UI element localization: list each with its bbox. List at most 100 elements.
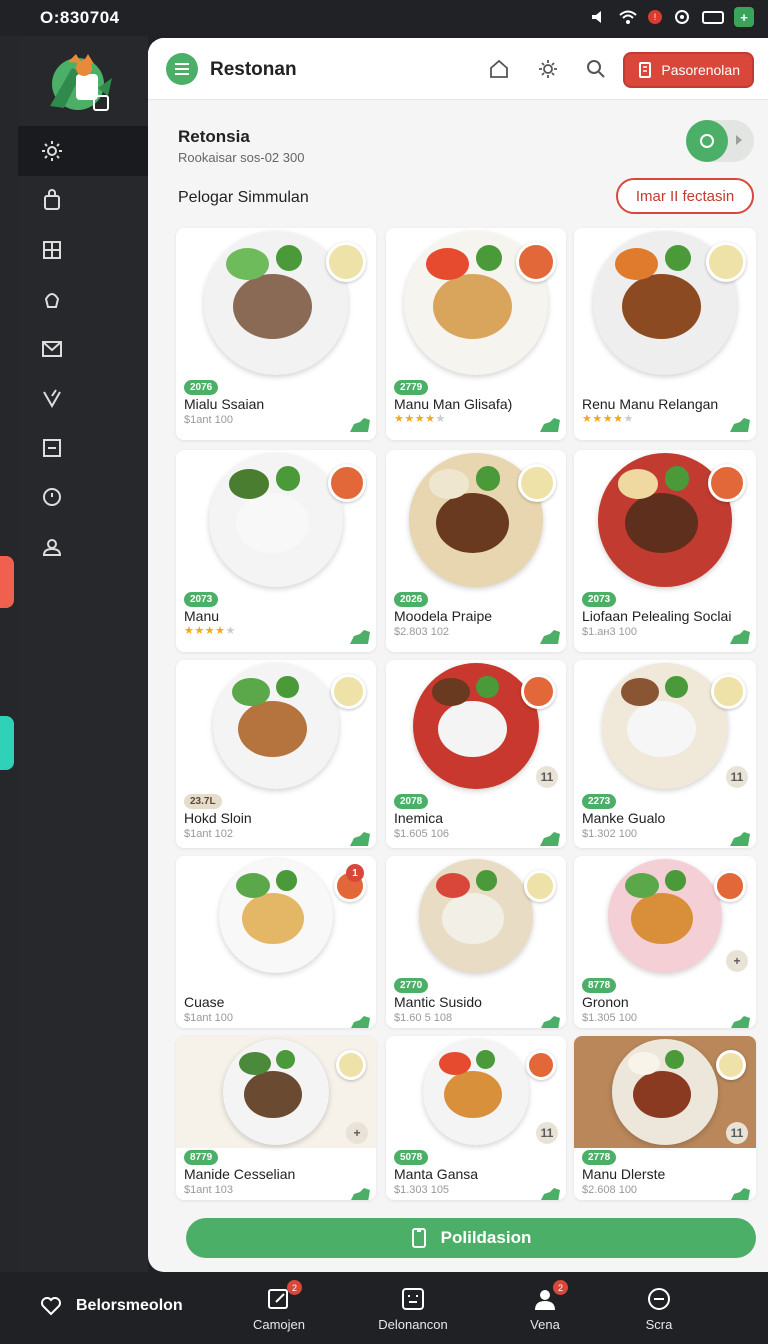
edge-tab-teal[interactable]	[0, 716, 14, 770]
heart-icon	[43, 389, 61, 409]
status-time: O:830704	[40, 8, 120, 27]
add-to-cart-icon[interactable]	[350, 1016, 370, 1028]
dish-name: Manu	[184, 608, 220, 624]
sidebar-item-reports[interactable]	[18, 423, 148, 473]
clock-icon	[43, 488, 61, 507]
favorites-label: Belorsmeolon	[76, 1297, 183, 1314]
add-to-cart-icon[interactable]	[730, 1016, 750, 1028]
minus-box-icon	[43, 438, 61, 457]
sidebar-item-history[interactable]	[18, 473, 148, 523]
menu-card[interactable]: 2778 Manu Dlerste $2.608 100 11	[574, 1036, 756, 1200]
nav-item-camojen[interactable]: 2 Camojen	[224, 1280, 334, 1332]
dish-image	[386, 228, 566, 378]
rating-badge: 2078	[394, 794, 429, 809]
dish-name: Manide Cesselian	[184, 1166, 296, 1182]
menu-card[interactable]: 8779 Manide Cesselian $1ant 103 +	[176, 1036, 376, 1200]
quick-action-chip[interactable]: +	[726, 950, 748, 972]
add-to-cart-icon[interactable]	[540, 418, 560, 432]
user-icon	[42, 538, 62, 556]
add-to-cart-icon[interactable]	[350, 418, 370, 432]
menu-card[interactable]: 2073 Manu ★★★★★	[176, 450, 376, 652]
menu-card[interactable]: 8778 Gronon $1.305 100 +	[574, 856, 756, 1028]
list-title: Pelogar Simmulan	[178, 189, 309, 206]
nav-item-vena[interactable]: 2 Vena	[490, 1280, 600, 1332]
rating-badge: 2273	[582, 794, 617, 809]
add-to-cart-icon[interactable]	[730, 1188, 750, 1200]
section-subtitle: Rookaisar sos-02 300	[178, 150, 305, 165]
menu-card[interactable]: Renu Manu Relangan ★★★★★	[574, 228, 756, 440]
menu-card[interactable]: 2078 Inemica $1.605 106 11	[386, 660, 566, 848]
dish-price: $1ant 100	[184, 1012, 233, 1024]
home-button[interactable]	[486, 56, 512, 82]
bag-icon	[44, 189, 60, 211]
dish-image	[386, 856, 566, 976]
nav-item-delonancon[interactable]: Delonancon	[358, 1286, 468, 1332]
sidebar-item-profile[interactable]	[18, 522, 148, 572]
star-rating: ★★★★★	[582, 413, 634, 425]
rating-badge: 23.7L	[184, 794, 222, 809]
volume-icon	[588, 7, 608, 27]
edit-icon: 2	[266, 1280, 302, 1312]
add-to-cart-icon[interactable]	[730, 418, 750, 432]
menu-card[interactable]: 2076 Mialu Ssaian $1ant 100	[176, 228, 376, 440]
search-button[interactable]	[583, 56, 609, 82]
sidebar-item-menu[interactable]	[18, 225, 148, 275]
reservation-button[interactable]: Pasorenolan	[623, 52, 754, 88]
sidebar-item-settings[interactable]	[18, 126, 148, 176]
add-to-cart-icon[interactable]	[350, 832, 370, 846]
quick-action-chip[interactable]: 11	[726, 766, 748, 788]
primary-action-button[interactable]: Polildasion	[186, 1218, 756, 1258]
quick-action-chip[interactable]: 11	[726, 1122, 748, 1144]
menu-card[interactable]: 5078 Manta Gansa $1.303 105 11	[386, 1036, 566, 1200]
nav-label: Camojen	[252, 1317, 306, 1332]
add-to-cart-icon[interactable]	[540, 630, 560, 644]
dish-price: $1.60 5 108	[394, 1012, 453, 1024]
menu-card[interactable]: 23.7L Hokd Sloin $1ant 102	[176, 660, 376, 848]
dish-image	[176, 450, 376, 590]
sidebar-item-messages[interactable]	[18, 324, 148, 374]
dish-price: $1ant 102	[184, 828, 233, 840]
add-to-cart-icon[interactable]	[730, 832, 750, 846]
add-to-cart-icon[interactable]	[350, 1188, 370, 1200]
sidebar-item-orders[interactable]	[18, 176, 148, 226]
status-bar: O:830704 ! +	[0, 0, 768, 36]
status-toggle[interactable]	[686, 120, 754, 162]
menu-card[interactable]: 2770 Mantic Susido $1.60 5 108	[386, 856, 566, 1028]
quick-action-chip[interactable]: 11	[536, 766, 558, 788]
menu-card[interactable]: 2026 Moodela Praipe $2.803 102	[386, 450, 566, 652]
notification-badge: 1	[346, 864, 364, 882]
dish-price: $2.803 102	[394, 626, 450, 638]
add-to-cart-icon[interactable]	[540, 1016, 560, 1028]
menu-card[interactable]: 2073 Liofaan Pelealing Soclai $1.ан3 100	[574, 450, 756, 652]
menu-card[interactable]: Cuase $1ant 100 1	[176, 856, 376, 1028]
heart-outline-icon	[41, 1297, 61, 1316]
filter-button[interactable]: Imar II fectasin	[616, 178, 754, 214]
sidebar-item-favorites[interactable]	[18, 374, 148, 424]
dish-name: Manu Dlerste	[582, 1166, 666, 1182]
edge-tab-red[interactable]	[0, 556, 14, 608]
dish-name: Mialu Ssaian	[184, 396, 265, 412]
add-to-cart-icon[interactable]	[350, 630, 370, 644]
nav-item-scra[interactable]: Scra	[604, 1286, 714, 1332]
add-to-cart-icon[interactable]	[540, 832, 560, 846]
dish-price: $1.302 100	[582, 828, 638, 840]
menu-card[interactable]: 2273 Manke Gualo $1.302 100 11	[574, 660, 756, 848]
quick-action-chip[interactable]: 11	[536, 1122, 558, 1144]
quick-action-chip[interactable]: +	[346, 1122, 368, 1144]
chevron-right-icon	[736, 135, 742, 145]
favorites-link[interactable]: Belorsmeolon	[40, 1296, 183, 1316]
add-to-cart-icon[interactable]	[730, 630, 750, 644]
nav-badge: 2	[287, 1280, 302, 1295]
status-icons: ! +	[588, 7, 754, 27]
menu-button[interactable]	[166, 53, 198, 85]
notification-icon: !	[648, 10, 662, 24]
phone-icon	[411, 1228, 426, 1248]
menu-card[interactable]: 2779 Manu Man Glisafa) ★★★★★	[386, 228, 566, 440]
rating-badge: 2026	[394, 592, 429, 607]
nav-badge: 2	[553, 1280, 568, 1295]
rating-badge: 2779	[394, 380, 429, 395]
settings-button[interactable]	[535, 56, 561, 82]
grid-icon	[43, 240, 61, 259]
sidebar-item-desserts[interactable]	[18, 275, 148, 325]
add-to-cart-icon[interactable]	[540, 1188, 560, 1200]
